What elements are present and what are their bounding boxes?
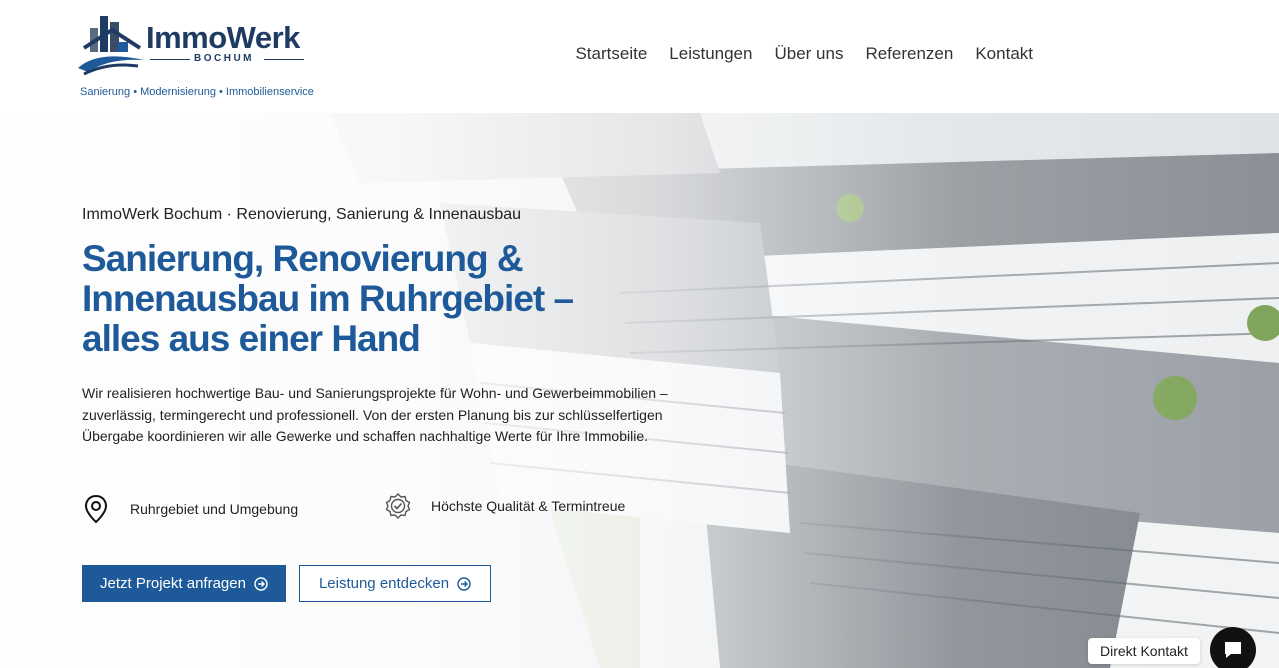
feature-quality-label: Höchste Qualität & Termintreue xyxy=(431,498,626,514)
discover-services-button[interactable]: Leistung entdecken xyxy=(299,565,491,602)
arrow-circle-right-icon xyxy=(457,576,471,591)
hero-intro: Wir realisieren hochwertige Bau- und San… xyxy=(82,385,668,444)
main-nav: Startseite Leistungen Über uns Referenze… xyxy=(575,44,1033,64)
request-project-label: Jetzt Projekt anfragen xyxy=(100,575,246,592)
discover-services-label: Leistung entdecken xyxy=(318,575,450,592)
nav-startseite[interactable]: Startseite xyxy=(575,44,647,64)
arrow-circle-right-icon xyxy=(254,576,268,591)
chat-button[interactable] xyxy=(1210,627,1256,668)
brand-tagline: Sanierung • Modernisierung • Immobiliens… xyxy=(80,86,314,98)
feature-quality: Höchste Qualität & Termintreue xyxy=(385,493,625,519)
site-header: ImmoWerk BOCHUM Sanierung • Modernisieru… xyxy=(0,0,1279,113)
nav-leistungen[interactable]: Leistungen xyxy=(669,44,752,64)
logo[interactable]: ImmoWerk BOCHUM Sanierung • Modernisieru… xyxy=(78,12,318,102)
logo-divider xyxy=(264,59,304,60)
chat-icon xyxy=(1225,642,1241,658)
feature-region-label: Ruhrgebiet und Umgebung xyxy=(130,501,299,517)
request-project-button[interactable]: Jetzt Projekt anfragen xyxy=(82,565,286,602)
hero-headline: Sanierung, Renovierung & Innenausbau im … xyxy=(82,238,574,359)
map-pin-icon xyxy=(84,494,108,524)
nav-referenzen[interactable]: Referenzen xyxy=(865,44,953,64)
brand-name: ImmoWerk xyxy=(146,20,300,55)
nav-ueber-uns[interactable]: Über uns xyxy=(774,44,843,64)
hero-kicker: ImmoWerk Bochum · Renovierung, Sanierung… xyxy=(82,206,522,223)
nav-kontakt[interactable]: Kontakt xyxy=(975,44,1033,64)
hero-section: ImmoWerk Bochum · Renovierung, Sanierung… xyxy=(0,113,1279,668)
logo-divider xyxy=(150,59,190,60)
brand-city: BOCHUM xyxy=(194,53,254,64)
quality-badge-icon xyxy=(385,493,411,519)
direct-contact-label[interactable]: Direkt Kontakt xyxy=(1088,638,1200,664)
feature-region: Ruhrgebiet und Umgebung xyxy=(82,494,298,524)
house-logo-icon xyxy=(78,16,144,76)
